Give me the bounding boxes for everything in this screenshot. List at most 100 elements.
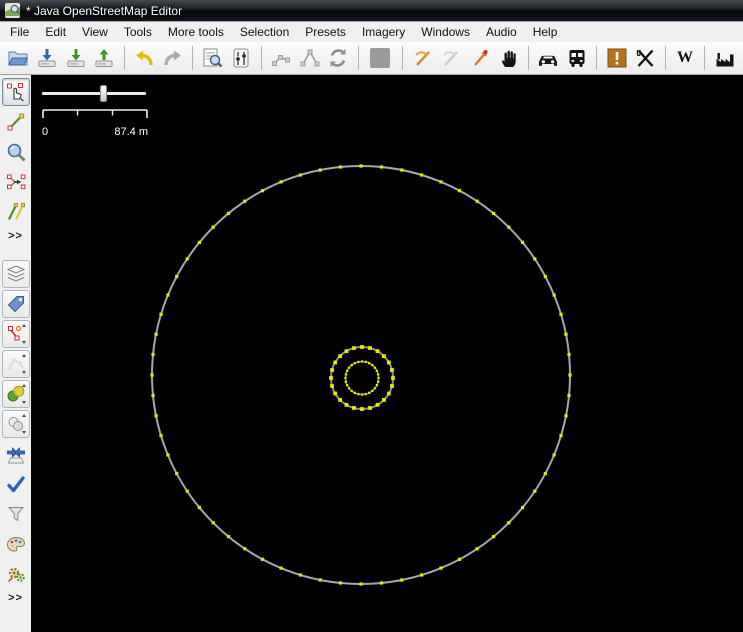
way-node[interactable] (376, 373, 380, 376)
menu-presets[interactable]: Presets (297, 23, 354, 41)
way-node[interactable] (391, 376, 395, 380)
way-node[interactable] (352, 346, 356, 350)
unglue-ways-icon[interactable] (267, 44, 296, 73)
filter-dialog-button[interactable] (2, 500, 30, 528)
way-node[interactable] (400, 168, 404, 172)
way-node[interactable] (350, 389, 353, 393)
castle-icon[interactable]: W (671, 44, 700, 73)
way-node[interactable] (298, 573, 302, 577)
way-node[interactable] (154, 414, 158, 418)
way-node[interactable] (379, 581, 384, 585)
way-node[interactable] (382, 398, 386, 402)
select-tool[interactable] (1, 78, 30, 106)
way-node[interactable] (567, 393, 571, 398)
way-node[interactable] (364, 392, 367, 396)
way-node[interactable] (338, 581, 343, 585)
way-node[interactable] (359, 164, 363, 168)
zoom-slider-track[interactable] (42, 92, 146, 95)
way-node[interactable] (357, 392, 360, 396)
menu-more-tools[interactable]: More tools (160, 23, 232, 41)
way-node[interactable] (568, 373, 572, 377)
hazard-icon[interactable] (602, 44, 631, 73)
save-icon[interactable] (61, 44, 90, 73)
menu-view[interactable]: View (74, 23, 116, 41)
way-node[interactable] (375, 369, 379, 372)
way-node[interactable] (185, 257, 189, 261)
way-node[interactable] (364, 360, 367, 364)
way-node[interactable] (345, 384, 349, 387)
way-node[interactable] (382, 354, 386, 358)
open-file-icon[interactable] (4, 44, 33, 73)
way-node[interactable] (360, 345, 364, 349)
plugins-dialog-button[interactable] (2, 560, 30, 588)
way-node[interactable] (368, 346, 372, 350)
way-node[interactable] (357, 360, 360, 364)
check-dialog-button[interactable] (2, 470, 30, 498)
way-node[interactable] (400, 578, 404, 582)
way-node[interactable] (350, 363, 353, 367)
way-node[interactable] (166, 293, 170, 297)
way-node[interactable] (159, 434, 163, 438)
menu-help[interactable]: Help (525, 23, 566, 41)
way-node[interactable] (552, 453, 556, 457)
zoom-slider[interactable] (42, 85, 146, 102)
split-way-icon[interactable] (295, 44, 324, 73)
way-node[interactable] (151, 393, 155, 398)
way-node[interactable] (559, 434, 563, 438)
dialog-spinner[interactable] (21, 384, 28, 404)
way-node[interactable] (175, 274, 179, 279)
way-node[interactable] (375, 384, 379, 387)
menu-file[interactable]: File (2, 23, 37, 41)
way-node[interactable] (559, 312, 563, 316)
inner-way-circle[interactable] (344, 360, 380, 396)
menu-edit[interactable]: Edit (37, 23, 74, 41)
car-icon[interactable] (534, 44, 563, 73)
way-node[interactable] (420, 173, 424, 177)
layers-dialog-button[interactable] (1, 260, 30, 288)
upload-data-icon[interactable] (90, 44, 119, 73)
way-node[interactable] (475, 547, 479, 551)
way-node[interactable] (352, 406, 356, 410)
way-node[interactable] (344, 376, 347, 380)
way-node[interactable] (507, 225, 511, 229)
way-node[interactable] (368, 406, 372, 410)
way-node[interactable] (318, 168, 322, 172)
way-node[interactable] (211, 521, 215, 525)
way-node[interactable] (533, 489, 537, 493)
map-view[interactable]: 0 87.4 m (31, 75, 743, 632)
way-node[interactable] (211, 225, 215, 229)
draw-node-tool[interactable] (2, 108, 30, 136)
bus-icon[interactable] (563, 44, 592, 73)
way-node[interactable] (360, 393, 364, 396)
way-node[interactable] (360, 407, 364, 411)
way-node[interactable] (330, 384, 334, 388)
menu-windows[interactable]: Windows (413, 23, 478, 41)
dialog-spinner[interactable] (21, 354, 28, 374)
way-node[interactable] (344, 373, 348, 376)
way-node[interactable] (279, 566, 283, 570)
way-node[interactable] (564, 332, 568, 336)
menu-tools[interactable]: Tools (116, 23, 160, 41)
zoom-slider-handle[interactable] (100, 85, 107, 102)
download-data-icon[interactable] (33, 44, 62, 73)
way-node[interactable] (543, 274, 547, 279)
search-presets-icon[interactable] (198, 44, 227, 73)
way-node[interactable] (420, 573, 424, 577)
way-node[interactable] (353, 361, 356, 365)
pickaxe-gray-icon[interactable] (437, 44, 466, 73)
preferences-icon[interactable] (227, 44, 256, 73)
more-dialogs-button[interactable]: >> (8, 590, 23, 606)
menu-imagery[interactable]: Imagery (354, 23, 413, 41)
way-node[interactable] (154, 332, 158, 336)
way-node[interactable] (185, 489, 189, 493)
way-node[interactable] (344, 380, 348, 383)
way-node[interactable] (360, 360, 364, 363)
outer-way-circle[interactable] (150, 164, 572, 586)
map-canvas[interactable] (31, 75, 743, 632)
way-node[interactable] (359, 582, 363, 586)
way-node[interactable] (345, 369, 349, 372)
relations-dialog-button[interactable] (1, 350, 30, 378)
way-node[interactable] (475, 199, 479, 203)
way-node[interactable] (298, 173, 302, 177)
way-node[interactable] (373, 366, 377, 369)
